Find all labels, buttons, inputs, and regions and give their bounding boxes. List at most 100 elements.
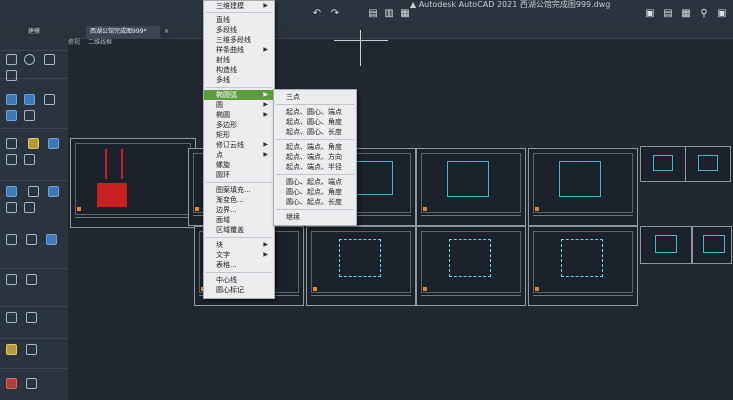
drawing-sheet[interactable]	[685, 146, 731, 182]
submenu-item-continue[interactable]: 继续	[274, 212, 356, 222]
menu-item-helix[interactable]: 螺旋	[204, 160, 274, 170]
text-tool-icon[interactable]	[6, 234, 17, 245]
copy-tool-icon[interactable]	[6, 110, 17, 121]
menu-item-polyline[interactable]: 多段线	[204, 25, 274, 35]
menu-item-xline[interactable]: 构造线	[204, 65, 274, 75]
menu-item-spline[interactable]: 样条曲线 ▶	[204, 45, 274, 55]
match-tool-icon[interactable]	[6, 202, 17, 213]
menu-separator	[276, 174, 354, 175]
menu-item-boundary[interactable]: 边界...	[204, 205, 274, 215]
tab-drawing[interactable]: 西湖公馆完成图999*	[86, 26, 160, 38]
submenu-item-start-end-direction[interactable]: 起点、端点、方向	[274, 152, 356, 162]
drawing-sheet[interactable]	[70, 138, 196, 228]
viewport-icon[interactable]: ▤	[663, 9, 673, 19]
rectangle-tool-icon[interactable]	[44, 54, 55, 65]
offset-tool-icon[interactable]	[24, 154, 35, 165]
layer-tool-icon[interactable]	[6, 186, 17, 197]
menu-item-revcloud[interactable]: 修订云线 ▶	[204, 140, 274, 150]
menu-item-table[interactable]: 表格...	[204, 260, 274, 270]
layer-icon[interactable]: ▤	[368, 9, 378, 19]
schedule-block	[97, 183, 127, 207]
menu-item-point[interactable]: 点 ▶	[204, 150, 274, 160]
menu-item-line[interactable]: 直线	[204, 15, 274, 25]
leader-tool-icon[interactable]	[6, 274, 17, 285]
clipboard-tool-icon[interactable]	[26, 378, 37, 389]
menu-item-gradient[interactable]: 渐变色...	[204, 195, 274, 205]
menu-item-polygon[interactable]: 多边形	[204, 120, 274, 130]
trim-tool-icon[interactable]	[44, 94, 55, 105]
move-tool-icon[interactable]	[6, 94, 17, 105]
scale-tool-icon[interactable]	[48, 138, 59, 149]
menu-item-circle[interactable]: 圆 ▶	[204, 100, 274, 110]
redo-icon[interactable]: ↷	[330, 9, 340, 19]
drawing-sheet[interactable]	[640, 226, 692, 264]
tab-modeling[interactable]: 建模	[24, 26, 44, 38]
edit-tool-icon[interactable]	[28, 138, 39, 149]
utility-tool-icon[interactable]	[6, 378, 17, 389]
drawing-sheet[interactable]	[416, 148, 526, 226]
submenu-item-center-start-angle[interactable]: 圆心、起点、角度	[274, 187, 356, 197]
gradient-tool-icon[interactable]	[26, 312, 37, 323]
submenu-item-start-end-radius[interactable]: 起点、端点、半径	[274, 162, 356, 172]
group-tool-icon[interactable]	[24, 202, 35, 213]
hatch-tool-icon[interactable]	[6, 312, 17, 323]
file-title: 西湖公馆完成图999.dwg	[519, 0, 611, 9]
drawing-sheet[interactable]	[692, 226, 732, 264]
rotate-tool-icon[interactable]	[24, 94, 35, 105]
measure-tool-icon[interactable]	[26, 274, 37, 285]
attribute-tool-icon[interactable]	[26, 344, 37, 355]
block-tool-icon[interactable]	[48, 186, 59, 197]
array-tool-icon[interactable]	[6, 154, 17, 165]
view-direction[interactable]: 俯视	[68, 39, 80, 46]
menu-item-3d-modeling[interactable]: 三维建模 ▶	[204, 1, 274, 11]
circle-tool-icon[interactable]	[24, 54, 35, 65]
drawing-canvas[interactable]	[68, 48, 733, 400]
mirror-tool-icon[interactable]	[24, 110, 35, 121]
polyline-tool-icon[interactable]	[6, 70, 17, 81]
stretch-tool-icon[interactable]	[6, 138, 17, 149]
save-icon[interactable]: ▣	[717, 9, 727, 19]
line-tool-icon[interactable]	[6, 54, 17, 65]
undo-icon[interactable]: ↶	[312, 9, 322, 19]
properties-icon[interactable]: ▦	[681, 9, 691, 19]
floor-plan	[653, 155, 673, 171]
menu-item-mline[interactable]: 多线	[204, 75, 274, 85]
drawing-sheet[interactable]	[416, 226, 526, 306]
menu-item-ray[interactable]: 射线	[204, 55, 274, 65]
layer-properties-icon[interactable]: ▥	[384, 9, 394, 19]
submenu-item-start-end-angle[interactable]: 起点、端点、角度	[274, 142, 356, 152]
submenu-item-3point[interactable]: 三点	[274, 92, 356, 102]
submenu-item-start-center-end[interactable]: 起点、圆心、端点	[274, 107, 356, 117]
cut-tool-icon[interactable]	[28, 186, 39, 197]
menu-item-centermark[interactable]: 圆心标记	[204, 285, 274, 295]
menu-item-ellipse[interactable]: 椭圆 ▶	[204, 110, 274, 120]
viewport-controls[interactable]: 俯视 二维线框	[68, 38, 112, 48]
drawing-sheet[interactable]	[306, 226, 416, 306]
submenu-item-start-center-length[interactable]: 起点、圆心、长度	[274, 127, 356, 137]
layer-state-icon[interactable]: ▦	[400, 9, 410, 19]
menu-item-text[interactable]: 文字 ▶	[204, 250, 274, 260]
drawing-sheet[interactable]	[640, 146, 688, 182]
menu-item-hatch[interactable]: 图案填充...	[204, 185, 274, 195]
submenu-item-center-start-end[interactable]: 圆心、起点、端点	[274, 177, 356, 187]
menu-item-block[interactable]: 块 ▶	[204, 240, 274, 250]
menu-item-arc[interactable]: 椭圆弧 ▶	[204, 90, 274, 100]
submenu-item-start-center-angle[interactable]: 起点、圆心、角度	[274, 117, 356, 127]
menu-item-wipeout[interactable]: 区域覆盖	[204, 225, 274, 235]
menu-item-3d-polyline[interactable]: 三维多段线	[204, 35, 274, 45]
dimension-tool-icon[interactable]	[26, 234, 37, 245]
close-tab-icon[interactable]: ×	[160, 26, 173, 38]
arc-submenu: 三点 起点、圆心、端点 起点、圆心、角度 起点、圆心、长度 起点、端点、角度 起…	[273, 89, 357, 226]
menu-item-region[interactable]: 面域	[204, 215, 274, 225]
search-icon[interactable]: ⚲	[699, 9, 709, 19]
menu-item-centerline[interactable]: 中心线	[204, 275, 274, 285]
layout-icon[interactable]: ▣	[645, 9, 655, 19]
table-tool-icon[interactable]	[46, 234, 57, 245]
menu-item-rectangle[interactable]: 矩形	[204, 130, 274, 140]
drawing-sheet[interactable]	[528, 226, 638, 306]
insert-tool-icon[interactable]	[6, 344, 17, 355]
visual-style[interactable]: 二维线框	[88, 39, 112, 46]
menu-item-donut[interactable]: 圆环	[204, 170, 274, 180]
drawing-sheet[interactable]	[528, 148, 638, 226]
submenu-item-center-start-length[interactable]: 圆心、起点、长度	[274, 197, 356, 207]
